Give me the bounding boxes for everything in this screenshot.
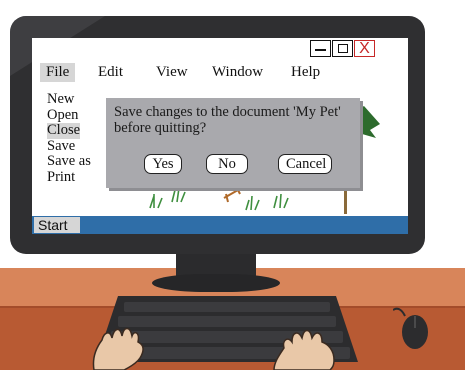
menu-edit[interactable]: Edit bbox=[92, 63, 129, 82]
menu-item-save-as[interactable]: Save as bbox=[44, 153, 94, 170]
taskbar: Start bbox=[32, 216, 408, 234]
grass-icon bbox=[149, 187, 289, 211]
screen: X File Edit View Window Help New Open Cl… bbox=[32, 38, 408, 234]
menu-item-open[interactable]: Open bbox=[44, 107, 94, 124]
dialog-message: Save changes to the document 'My Pet' be… bbox=[114, 104, 341, 136]
yes-button[interactable]: Yes bbox=[144, 154, 182, 174]
menu-window[interactable]: Window bbox=[206, 63, 269, 82]
right-hand-icon bbox=[273, 329, 335, 370]
start-button[interactable]: Start bbox=[34, 217, 80, 233]
scene: X File Edit View Window Help New Open Cl… bbox=[0, 0, 465, 370]
minimize-icon[interactable] bbox=[310, 40, 331, 57]
maximize-icon[interactable] bbox=[332, 40, 353, 57]
menu-help[interactable]: Help bbox=[285, 63, 326, 82]
menu-item-close[interactable]: Close bbox=[47, 122, 81, 139]
no-button[interactable]: No bbox=[206, 154, 248, 174]
mouse bbox=[393, 307, 428, 349]
left-hand-icon bbox=[92, 327, 144, 370]
menu-view[interactable]: View bbox=[150, 63, 194, 82]
menu-bar: File Edit View Window Help bbox=[32, 60, 408, 84]
menu-item-save[interactable]: Save bbox=[44, 138, 94, 155]
menu-item-new[interactable]: New bbox=[44, 91, 94, 108]
bone-icon bbox=[223, 185, 241, 203]
cancel-button[interactable]: Cancel bbox=[278, 154, 332, 174]
window-controls: X bbox=[310, 40, 375, 60]
save-changes-dialog: Save changes to the document 'My Pet' be… bbox=[106, 98, 360, 188]
monitor-stand-base bbox=[152, 274, 280, 292]
close-icon[interactable]: X bbox=[354, 40, 375, 57]
file-menu-dropdown: New Open Close Save Save as Print bbox=[44, 91, 94, 186]
menu-item-print[interactable]: Print bbox=[44, 169, 94, 186]
hands bbox=[92, 327, 335, 370]
menu-file[interactable]: File bbox=[40, 63, 76, 82]
